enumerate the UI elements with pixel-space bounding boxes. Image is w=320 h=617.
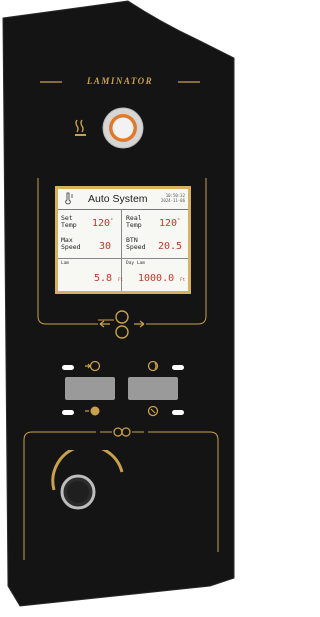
forward-bottom-roll-icon	[85, 406, 100, 416]
forward-top-roll-icon	[85, 360, 101, 372]
lam-value: 5.8 Ft	[94, 273, 123, 284]
lcd-screen[interactable]: Auto System 10:50:32 2024-11-06 Set Temp …	[55, 186, 191, 294]
day-lam-value: 1000.0 Ft	[138, 273, 185, 284]
screen-datetime: 10:50:32 2024-11-06	[160, 193, 185, 203]
reverse-button[interactable]	[128, 377, 178, 400]
forward-button[interactable]	[65, 377, 115, 400]
set-temp-value[interactable]: 120°	[92, 218, 113, 229]
real-temp-value: 120°	[159, 218, 181, 229]
thermometer-icon	[65, 192, 73, 205]
screen-divider-horizontal	[58, 258, 188, 259]
day-lam-label: Day Lam	[126, 261, 145, 266]
power-button[interactable]	[101, 106, 145, 150]
roll-direction-icon	[99, 310, 145, 339]
reverse-bottom-roll-icon	[147, 405, 159, 417]
screen-header: Auto System 10:50:32 2024-11-06	[58, 189, 188, 210]
lam-label: Lam	[61, 261, 70, 266]
max-speed-value[interactable]: 30	[99, 241, 111, 252]
led-bottom-right	[172, 410, 184, 415]
real-temp-label: Real Temp	[126, 214, 142, 229]
speed-knob-dial[interactable]	[44, 450, 134, 520]
btn-speed-value: 20.5	[158, 241, 183, 252]
set-temp-label: Set Temp	[61, 214, 77, 229]
led-top-right	[172, 365, 184, 370]
btn-speed-label: BTN Speed	[126, 236, 146, 251]
heater-icon	[75, 119, 86, 136]
reverse-top-roll-icon	[147, 360, 159, 372]
led-top-left	[62, 365, 74, 370]
led-bottom-left	[62, 410, 74, 415]
brand-logo: LAMINATOR	[86, 76, 154, 86]
screen-title: Auto System	[88, 193, 148, 205]
speed-symbol-icon	[100, 427, 144, 437]
max-speed-label: Max Speed	[61, 236, 81, 251]
